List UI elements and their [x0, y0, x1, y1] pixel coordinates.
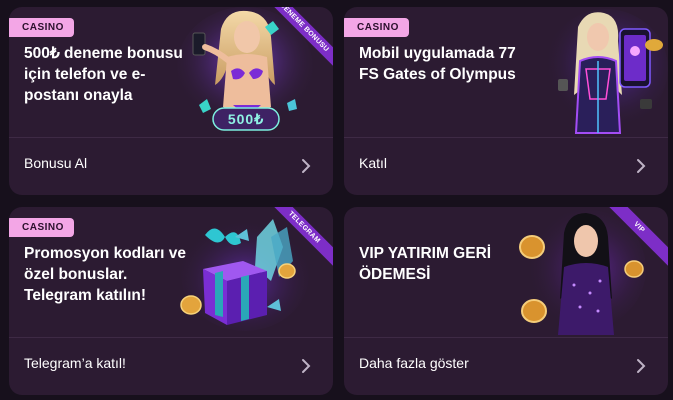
- promo-title: Mobil uygulamada 77 FS Gates of Olympus: [359, 45, 516, 83]
- casino-badge: CASINO: [9, 218, 74, 237]
- ribbon-label: VIP: [598, 207, 668, 271]
- join-button[interactable]: Katıl: [344, 138, 668, 195]
- chevron-right-icon: [302, 359, 311, 373]
- claim-bonus-button[interactable]: Bonusu Al: [9, 138, 333, 195]
- ribbon-label: TELEGRAM: [263, 207, 333, 271]
- action-label: Katıl: [359, 155, 388, 171]
- ribbon-label: DENEME BONUSU: [263, 7, 333, 71]
- action-label: Bonusu Al: [24, 155, 88, 171]
- action-label: Daha fazla göster: [359, 355, 469, 371]
- chevron-right-icon: [637, 359, 646, 373]
- join-telegram-button[interactable]: Telegram’a katıl!: [9, 338, 333, 395]
- chevron-right-icon: [637, 159, 646, 173]
- promo-card-mobile-app[interactable]: CASINO Mobil uygulamada 77 FS Gates of O…: [344, 7, 668, 195]
- promo-card-telegram[interactable]: CASINO Promosyon kodları ve özel bonusla…: [9, 207, 333, 395]
- promo-title: VIP YATIRIM GERİ ÖDEMESİ: [359, 245, 492, 283]
- corner-ribbon: TELEGRAM: [263, 207, 333, 277]
- casino-badge: CASINO: [9, 18, 74, 37]
- promo-card-deneme-bonusu[interactable]: CASINO 500₺ deneme bonusu için telefon v…: [9, 7, 333, 195]
- promo-card-vip-cashback[interactable]: VIP YATIRIM GERİ ÖDEMESİ VIP Daha fazla …: [344, 207, 668, 395]
- promo-title: 500₺ deneme bonusu için telefon ve e-pos…: [24, 45, 183, 104]
- casino-badge: CASINO: [344, 18, 409, 37]
- cyber-girl-phone-illustration: [544, 9, 668, 134]
- action-label: Telegram’a katıl!: [24, 355, 126, 371]
- promo-title: Promosyon kodları ve özel bonuslar. Tele…: [24, 245, 186, 304]
- corner-ribbon: DENEME BONUSU: [263, 7, 333, 77]
- chevron-right-icon: [302, 159, 311, 173]
- corner-ribbon: VIP: [598, 207, 668, 277]
- show-more-button[interactable]: Daha fazla göster: [344, 338, 668, 395]
- bonus-amount-art: 500₺: [228, 111, 264, 127]
